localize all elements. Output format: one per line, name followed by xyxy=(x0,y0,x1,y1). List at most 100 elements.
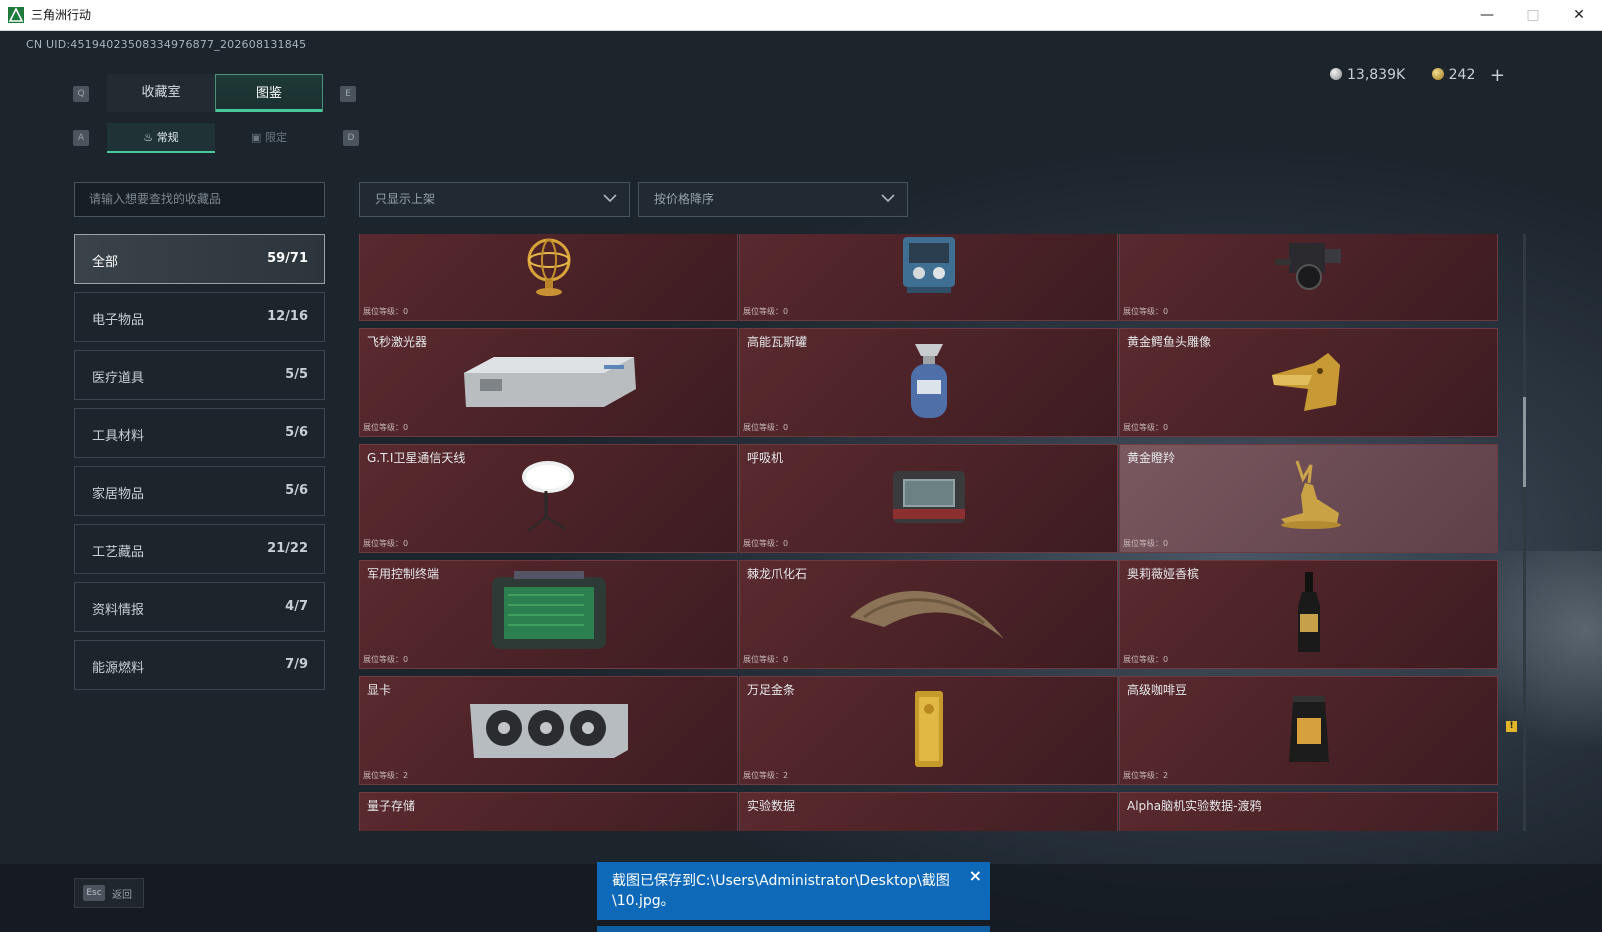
booth-level-label: 展位等级： xyxy=(1123,655,1163,664)
booth-level: 展位等级：0 xyxy=(363,422,408,433)
booth-level-value: 0 xyxy=(1163,307,1169,316)
item-card[interactable]: 奥莉薇娅香槟 展位等级：0 xyxy=(1119,560,1498,669)
item-card[interactable]: 棘龙爪化石展位等级：0 xyxy=(739,560,1118,669)
category-count: 21/22 xyxy=(267,541,308,556)
item-card[interactable]: 黄金鳄鱼头雕像 展位等级：0 xyxy=(1119,328,1498,437)
category-intel[interactable]: 资料情报 4/7 xyxy=(74,582,325,632)
category-count: 59/71 xyxy=(267,251,308,266)
ventilator-icon xyxy=(887,465,971,533)
image-icon: ▣ xyxy=(251,131,262,144)
booth-level: 展位等级：0 xyxy=(743,422,788,433)
category-count: 7/9 xyxy=(285,657,308,672)
sort-dropdown[interactable]: 按价格降序 xyxy=(638,182,908,217)
item-card[interactable]: G.T.I卫星通信天线 展位等级：0 xyxy=(359,444,738,553)
close-window-button[interactable]: ✕ xyxy=(1556,0,1602,30)
item-card[interactable]: 军用控制终端 展位等级：0 xyxy=(359,560,738,669)
item-card[interactable]: 高级咖啡豆展位等级：2 xyxy=(1119,676,1498,785)
item-name: 高级咖啡豆 xyxy=(1127,683,1188,697)
toast-message: 截图已保存到C:\Users\Administrator\Desktop\截图\… xyxy=(612,873,950,909)
category-medical[interactable]: 医疗道具 5/5 xyxy=(74,350,325,400)
chevron-down-icon xyxy=(881,194,895,203)
item-name: 量子存储 xyxy=(367,799,416,813)
camera-icon xyxy=(1269,234,1349,301)
graphics-card-icon xyxy=(464,694,634,768)
booth-level-label: 展位等级： xyxy=(743,423,783,432)
category-household[interactable]: 家居物品 5/6 xyxy=(74,466,325,516)
item-card[interactable]: 实验数据 xyxy=(739,792,1118,831)
category-energy[interactable]: 能源燃料 7/9 xyxy=(74,640,325,690)
item-name: 飞秒激光器 xyxy=(367,335,428,349)
booth-level: 展位等级：0 xyxy=(363,306,408,317)
item-card[interactable]: 展位等级：0 xyxy=(359,234,738,321)
category-crafts[interactable]: 工艺藏品 21/22 xyxy=(74,524,325,574)
item-card[interactable]: 展位等级：0 xyxy=(739,234,1118,321)
esc-key-icon: Esc xyxy=(83,885,105,901)
tab-catalog[interactable]: 图鉴 xyxy=(215,74,323,112)
maximize-button[interactable]: □ xyxy=(1510,0,1556,30)
booth-level-value: 0 xyxy=(783,539,789,548)
booth-level: 展位等级：0 xyxy=(743,654,788,665)
booth-level-label: 展位等级： xyxy=(743,307,783,316)
add-currency-button[interactable]: + xyxy=(1490,65,1505,86)
category-label: 电子物品 xyxy=(92,313,145,328)
toast-progress-bar xyxy=(597,926,990,932)
chevron-down-icon xyxy=(603,194,617,203)
key-hint-a: A xyxy=(73,130,89,146)
category-label: 全部 xyxy=(92,255,119,270)
category-label: 工艺藏品 xyxy=(92,545,145,560)
booth-level-label: 展位等级： xyxy=(1123,307,1163,316)
booth-level: 展位等级：0 xyxy=(1123,538,1168,549)
toast-close-button[interactable]: × xyxy=(969,866,982,886)
tab-collection-room[interactable]: 收藏室 xyxy=(107,74,215,112)
gold-amount: 242 xyxy=(1448,67,1476,83)
uid-label: CN UID:4519402350833497687​7_20260813184… xyxy=(26,38,307,51)
item-card[interactable]: 显卡 展位等级：2 xyxy=(359,676,738,785)
key-hint-e: E xyxy=(340,86,356,102)
item-name: 呼吸机 xyxy=(747,451,784,465)
category-count: 4/7 xyxy=(285,599,308,614)
item-card[interactable]: 高能瓦斯罐 展位等级：0 xyxy=(739,328,1118,437)
champagne-bottle-icon xyxy=(1294,570,1324,660)
filter-dropdown[interactable]: 只显示上架 xyxy=(359,182,630,217)
close-icon: ✕ xyxy=(1573,7,1585,23)
item-name: 棘龙爪化石 xyxy=(747,567,808,581)
category-count: 12/16 xyxy=(267,309,308,324)
booth-level-value: 2 xyxy=(783,771,789,780)
booth-level-label: 展位等级： xyxy=(363,655,403,664)
category-all[interactable]: 全部 59/71 xyxy=(74,234,325,284)
category-label: 家居物品 xyxy=(92,487,145,502)
subtab-limited[interactable]: ▣ 限定 xyxy=(215,123,323,153)
subtab-regular[interactable]: ♨ 常规 xyxy=(107,123,215,153)
scrollbar[interactable] xyxy=(1523,234,1526,831)
booth-level: 展位等级：0 xyxy=(1123,422,1168,433)
silver-amount: 13,839K xyxy=(1347,67,1406,83)
booth-level: 展位等级：2 xyxy=(1123,770,1168,781)
item-card[interactable]: 万足金条 展位等级：2 xyxy=(739,676,1118,785)
item-name: 黄金瞪羚 xyxy=(1127,451,1176,465)
scrollbar-thumb[interactable] xyxy=(1523,397,1526,487)
gas-canister-icon xyxy=(899,338,959,428)
satellite-dish-icon xyxy=(514,455,584,543)
search-input[interactable]: 请输入想要查找的收藏品 xyxy=(74,182,325,217)
minimize-button[interactable]: — xyxy=(1464,0,1510,30)
item-card[interactable]: 黄金瞪羚展位等级：0 xyxy=(1119,444,1498,553)
item-card[interactable]: Alpha脑机实验数据-渡鸦 xyxy=(1119,792,1498,831)
currency-bar: 13,839K 242 + xyxy=(1330,65,1505,86)
subtab-regular-label: 常规 xyxy=(156,131,179,144)
item-card[interactable]: 呼吸机 展位等级：0 xyxy=(739,444,1118,553)
item-card[interactable]: 飞秒激光器展位等级：0 xyxy=(359,328,738,437)
back-button[interactable]: Esc 返回 xyxy=(74,878,144,908)
minimize-icon: — xyxy=(1480,7,1494,23)
booth-level: 展位等级：0 xyxy=(363,654,408,665)
warning-badge: ! xyxy=(1506,721,1517,732)
booth-level-value: 2 xyxy=(1163,771,1169,780)
booth-level-value: 0 xyxy=(1163,423,1169,432)
item-card[interactable]: 量子存储 xyxy=(359,792,738,831)
booth-level-label: 展位等级： xyxy=(363,307,403,316)
category-electronics[interactable]: 电子物品 12/16 xyxy=(74,292,325,342)
back-label: 返回 xyxy=(112,890,132,901)
gold-coin-icon xyxy=(1431,68,1444,80)
category-list: 全部 59/71 电子物品 12/16 医疗道具 5/5 工具材料 5/6 家居物品 5/… xyxy=(74,234,325,698)
category-tools[interactable]: 工具材料 5/6 xyxy=(74,408,325,458)
item-card[interactable]: 展位等级：0 xyxy=(1119,234,1498,321)
